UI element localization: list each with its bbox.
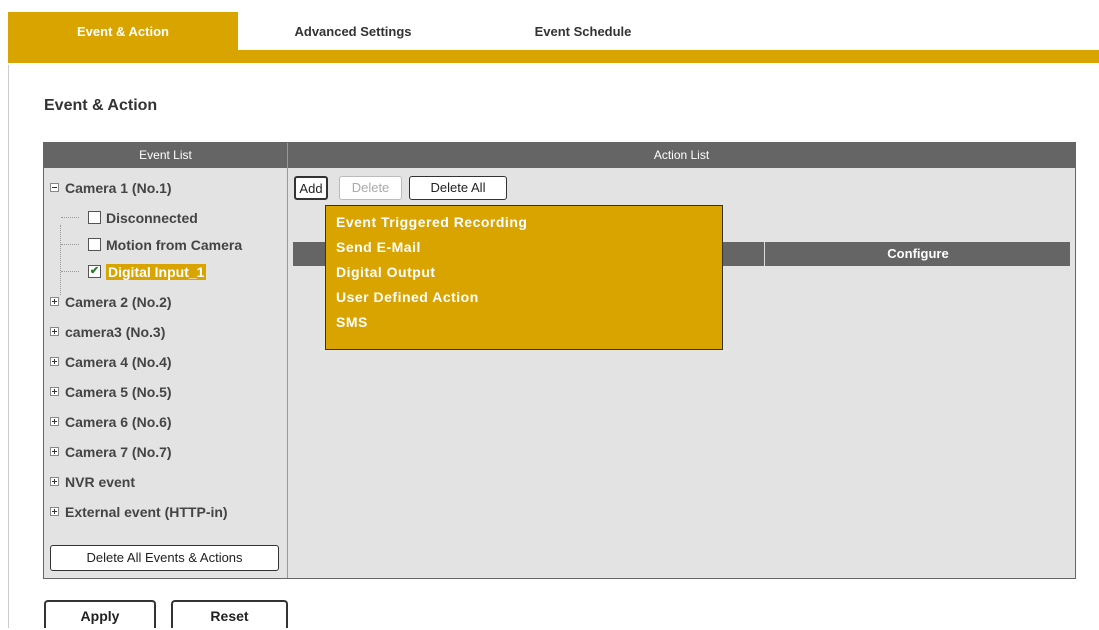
tree-item-label: Motion from Camera <box>106 237 243 253</box>
tab-event-schedule[interactable]: Event Schedule <box>468 12 698 52</box>
tree-connector <box>60 225 61 295</box>
panel-divider <box>287 143 288 578</box>
tree-node-label: Camera 2 (No.2) <box>65 294 172 310</box>
tree-connector <box>61 271 79 272</box>
add-action-button[interactable]: Add <box>294 176 328 200</box>
tree-connector <box>61 217 79 218</box>
tree-node-label: Camera 5 (No.5) <box>65 384 172 400</box>
left-border <box>8 65 9 628</box>
menu-item-digital-output[interactable]: Digital Output <box>336 260 722 285</box>
tree-item-label-selected: Digital Input_1 <box>106 264 207 280</box>
tree-node-camera-3[interactable]: camera3 (No.3) <box>50 321 165 343</box>
expand-icon[interactable] <box>50 416 59 426</box>
tree-node-label: External event (HTTP-in) <box>65 504 228 520</box>
checkbox-checked-icon[interactable]: ✔ <box>88 264 101 278</box>
expand-icon[interactable] <box>50 446 59 456</box>
tab-underline <box>8 50 1099 63</box>
tree-node-external-event[interactable]: External event (HTTP-in) <box>50 501 228 523</box>
expand-icon[interactable] <box>50 506 59 516</box>
menu-item-sms[interactable]: SMS <box>336 310 722 335</box>
tree-item-digital-input-1[interactable]: ✔ Digital Input_1 <box>88 261 207 283</box>
tree-node-camera-2[interactable]: Camera 2 (No.2) <box>50 291 172 313</box>
expand-icon[interactable] <box>50 356 59 366</box>
apply-button[interactable]: Apply <box>44 600 156 628</box>
delete-all-events-actions-button[interactable]: Delete All Events & Actions <box>50 545 279 571</box>
menu-item-send-email[interactable]: Send E-Mail <box>336 235 722 260</box>
tree-item-motion-from-camera[interactable]: Motion from Camera <box>88 234 242 256</box>
tree-node-label: Camera 7 (No.7) <box>65 444 172 460</box>
event-action-panel: Event List Action List Camera 1 (No.1) D… <box>43 142 1076 579</box>
configure-column-header: Configure <box>764 242 1071 266</box>
page-title: Event & Action <box>44 97 158 114</box>
tree-node-label: Camera 1 (No.1) <box>65 180 172 196</box>
tree-node-camera-5[interactable]: Camera 5 (No.5) <box>50 381 172 403</box>
expand-icon[interactable] <box>50 476 59 486</box>
tree-node-label: camera3 (No.3) <box>65 324 166 340</box>
tree-item-disconnected[interactable]: Disconnected <box>88 207 198 229</box>
expand-icon[interactable] <box>50 296 59 306</box>
event-list-header: Event List <box>44 143 287 168</box>
tree-node-camera-4[interactable]: Camera 4 (No.4) <box>50 351 172 373</box>
menu-item-event-triggered-recording[interactable]: Event Triggered Recording <box>336 210 722 235</box>
checkbox-icon[interactable] <box>88 210 101 224</box>
tree-node-camera-6[interactable]: Camera 6 (No.6) <box>50 411 172 433</box>
expand-icon[interactable] <box>50 386 59 396</box>
add-action-menu: Event Triggered Recording Send E-Mail Di… <box>325 205 723 350</box>
tree-node-label: Camera 6 (No.6) <box>65 414 172 430</box>
tree-node-label: NVR event <box>65 474 136 490</box>
tree-node-camera-7[interactable]: Camera 7 (No.7) <box>50 441 172 463</box>
tab-event-action[interactable]: Event & Action <box>8 12 238 52</box>
delete-action-button[interactable]: Delete <box>339 176 402 200</box>
action-list-header: Action List <box>288 143 1075 168</box>
tree-connector <box>61 244 79 245</box>
tab-advanced-settings[interactable]: Advanced Settings <box>238 12 468 52</box>
collapse-icon[interactable] <box>50 182 59 192</box>
tab-bar: Event & Action Advanced Settings Event S… <box>0 0 1099 65</box>
expand-icon[interactable] <box>50 326 59 336</box>
reset-button[interactable]: Reset <box>171 600 288 628</box>
menu-item-user-defined-action[interactable]: User Defined Action <box>336 285 722 310</box>
checkbox-icon[interactable] <box>88 237 101 251</box>
tree-node-camera-1[interactable]: Camera 1 (No.1) <box>50 177 172 199</box>
delete-all-actions-button[interactable]: Delete All <box>409 176 507 200</box>
tree-node-nvr-event[interactable]: NVR event <box>50 471 135 493</box>
tree-item-label: Disconnected <box>106 210 198 226</box>
tree-node-label: Camera 4 (No.4) <box>65 354 172 370</box>
